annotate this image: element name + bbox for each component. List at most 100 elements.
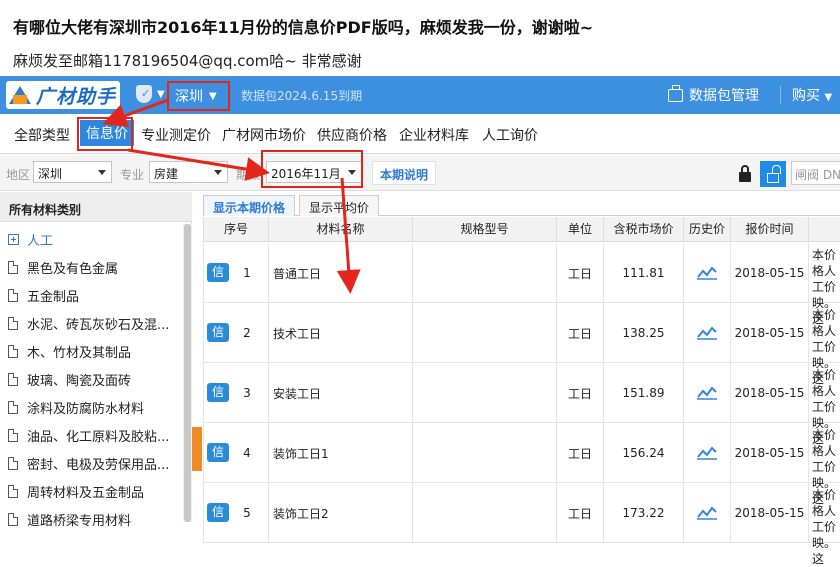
history-price-cell — [683, 303, 730, 363]
column-header[interactable]: 含税市场价 — [603, 217, 683, 242]
cell-spec — [412, 483, 556, 543]
tab-all-types[interactable]: 全部类型 — [14, 125, 70, 145]
tab-supplier-price[interactable]: 供应商价格 — [317, 125, 387, 145]
vip-check-icon: ✓ — [141, 87, 151, 100]
cell-spec — [412, 423, 556, 483]
history-price-cell — [683, 423, 730, 483]
vip-dropdown-icon[interactable]: ▼ — [157, 89, 165, 100]
column-header[interactable]: 序号 — [203, 217, 268, 242]
table-row[interactable]: 信 5 装饰工日2 工日 173.22 2018-05-15 本价格人工价映。这 — [203, 483, 840, 566]
cell-date: 2018-05-15 — [730, 303, 808, 363]
category-sidebar: 所有材料类别 人工 黑色及有色金属 五金制品 水泥、砖瓦灰砂石及混... 木、竹材及其制… — [0, 192, 192, 529]
divider — [780, 86, 781, 104]
tab-enterprise-library[interactable]: 企业材料库 — [399, 125, 469, 145]
cell-name: 普通工日 — [268, 243, 412, 303]
cell-remark: 本价格人工价映。这 — [808, 303, 840, 386]
table-row[interactable]: 信 4 装饰工日1 工日 156.24 2018-05-15 本价格人工价映。这 — [203, 423, 840, 506]
info-badge: 信 — [207, 323, 229, 342]
column-header[interactable]: 报价时间 — [730, 217, 808, 242]
row-number: 信2 — [203, 303, 268, 363]
sidebar-item[interactable]: 人工 — [0, 225, 182, 253]
tab-market-price[interactable]: 广材网市场价 — [222, 125, 306, 145]
sidebar-item[interactable]: 油品、化工原料及胶粘... — [0, 421, 182, 449]
sidebar-item[interactable]: 黑色及有色金属 — [0, 253, 182, 281]
annotation-box-period — [261, 150, 363, 188]
sidebar-scrollbar[interactable] — [183, 224, 192, 522]
sidebar-item-label: 周转材料及五金制品 — [27, 485, 145, 501]
sidebar-item[interactable]: 道路桥梁专用材料 — [0, 505, 182, 533]
cell-spec — [412, 363, 556, 423]
lock-icon[interactable] — [733, 162, 757, 186]
scrollbar-thumb[interactable] — [184, 224, 191, 522]
sidebar-item[interactable]: 涂料及防腐防水材料 — [0, 393, 182, 421]
tab-labor-inquiry[interactable]: 人工询价 — [482, 125, 538, 145]
sidebar-item[interactable]: 玻璃、陶瓷及面砖 — [0, 365, 182, 393]
post-title: 有哪位大佬有深圳市2016年11月份的信息价PDF版吗，麻烦发我一份，谢谢啦~ — [13, 18, 594, 37]
cell-name: 装饰工日1 — [268, 423, 412, 483]
column-header[interactable] — [808, 217, 840, 242]
trend-chart-icon[interactable] — [697, 446, 717, 460]
package-manage-label: 数据包管理 — [689, 88, 759, 104]
cell-unit: 工日 — [556, 363, 603, 423]
sidebar-item-label: 玻璃、陶瓷及面砖 — [27, 373, 132, 389]
table-row[interactable]: 信 3 安装工日 工日 151.89 2018-05-15 本价格人工价映。这 — [203, 363, 840, 446]
tab-professional-price[interactable]: 专业测定价 — [141, 125, 211, 145]
search-input[interactable]: 闸阀 DN — [791, 161, 840, 185]
cell-unit: 工日 — [556, 243, 603, 303]
chevron-down-icon: ▼ — [824, 92, 833, 103]
unlock-icon[interactable] — [760, 161, 786, 187]
sidebar-item[interactable]: 木、竹材及其制品 — [0, 337, 182, 365]
row-number: 信5 — [203, 483, 268, 543]
info-badge: 信 — [207, 263, 229, 282]
trend-chart-icon[interactable] — [697, 326, 717, 340]
city-selector[interactable]: 深圳 ▼ — [167, 81, 230, 111]
table-row[interactable]: 信 2 技术工日 工日 138.25 2018-05-15 本价格人工价映。这 — [203, 303, 840, 386]
trend-chart-icon[interactable] — [697, 506, 717, 520]
tab-average-price[interactable]: 显示平均价 — [299, 195, 380, 216]
sidebar-item-label: 水泥、砖瓦灰砂石及混... — [27, 317, 170, 333]
sidebar-item-label: 人工 — [27, 233, 54, 249]
column-header[interactable]: 历史价 — [683, 217, 730, 242]
post-subtitle: 麻烦发至邮箱1178196504@qq.com哈~ 非常感谢 — [13, 52, 362, 70]
trend-chart-icon[interactable] — [697, 266, 717, 280]
row-number: 信1 — [203, 243, 268, 303]
sidebar-item[interactable]: 五金制品 — [0, 281, 182, 309]
expand-icon — [8, 233, 19, 245]
cell-price: 138.25 — [603, 303, 683, 363]
region-label: 地区 — [6, 168, 31, 182]
column-header[interactable]: 材料名称 — [268, 217, 412, 242]
sidebar-item[interactable]: 密封、电极及劳保用品... — [0, 449, 182, 477]
tab-current-price[interactable]: 显示本期价格 — [203, 195, 296, 216]
cell-name: 装饰工日2 — [268, 483, 412, 543]
sidebar-item[interactable]: 周转材料及五金制品 — [0, 477, 182, 505]
period-label: 期数 — [236, 168, 261, 182]
cell-name: 安装工日 — [268, 363, 412, 423]
document-icon — [8, 260, 18, 274]
specialty-select[interactable]: 房建 — [149, 161, 228, 183]
trend-chart-icon[interactable] — [697, 386, 717, 400]
row-number: 信4 — [203, 423, 268, 483]
column-header[interactable]: 规格型号 — [412, 217, 556, 242]
logo: 广材助手 — [6, 81, 121, 109]
sidebar-item-label: 木、竹材及其制品 — [27, 345, 132, 361]
app-window: 广材助手 ✓ ▼ 深圳 ▼ 数据包2024.6.15到期 数据包管理 购买 ▼ … — [0, 76, 840, 566]
table-row[interactable]: 信 1 普通工日 工日 111.81 2018-05-15 本价格人工价映。这 — [203, 243, 840, 326]
sidebar-item-label: 黑色及有色金属 — [27, 261, 119, 277]
filter-bar: 地区 深圳 专业 房建 期数 2016年11月 本期说明 闸阀 DN — [0, 155, 840, 191]
column-header[interactable]: 单位 — [556, 217, 603, 242]
sidebar-item[interactable]: 水泥、砖瓦灰砂石及混... — [0, 309, 182, 337]
table-header: 序号 材料名称 规格型号 单位 含税市场价 历史价 报价时间 — [203, 217, 840, 242]
history-price-cell — [683, 363, 730, 423]
info-badge: 信 — [207, 383, 229, 402]
package-manage-button[interactable]: 数据包管理 — [668, 84, 759, 105]
region-select[interactable]: 深圳 — [33, 161, 112, 183]
package-status: 数据包2024.6.15到期 — [241, 89, 363, 103]
sidebar-collapse-handle[interactable] — [192, 427, 202, 471]
cell-date: 2018-05-15 — [730, 243, 808, 303]
period-note-button[interactable]: 本期说明 — [372, 161, 437, 185]
buy-menu[interactable]: 购买 ▼ — [792, 85, 832, 105]
cell-remark: 本价格人工价映。这 — [808, 243, 840, 326]
document-icon — [8, 512, 18, 526]
cell-spec — [412, 243, 556, 303]
cell-price: 151.89 — [603, 363, 683, 423]
